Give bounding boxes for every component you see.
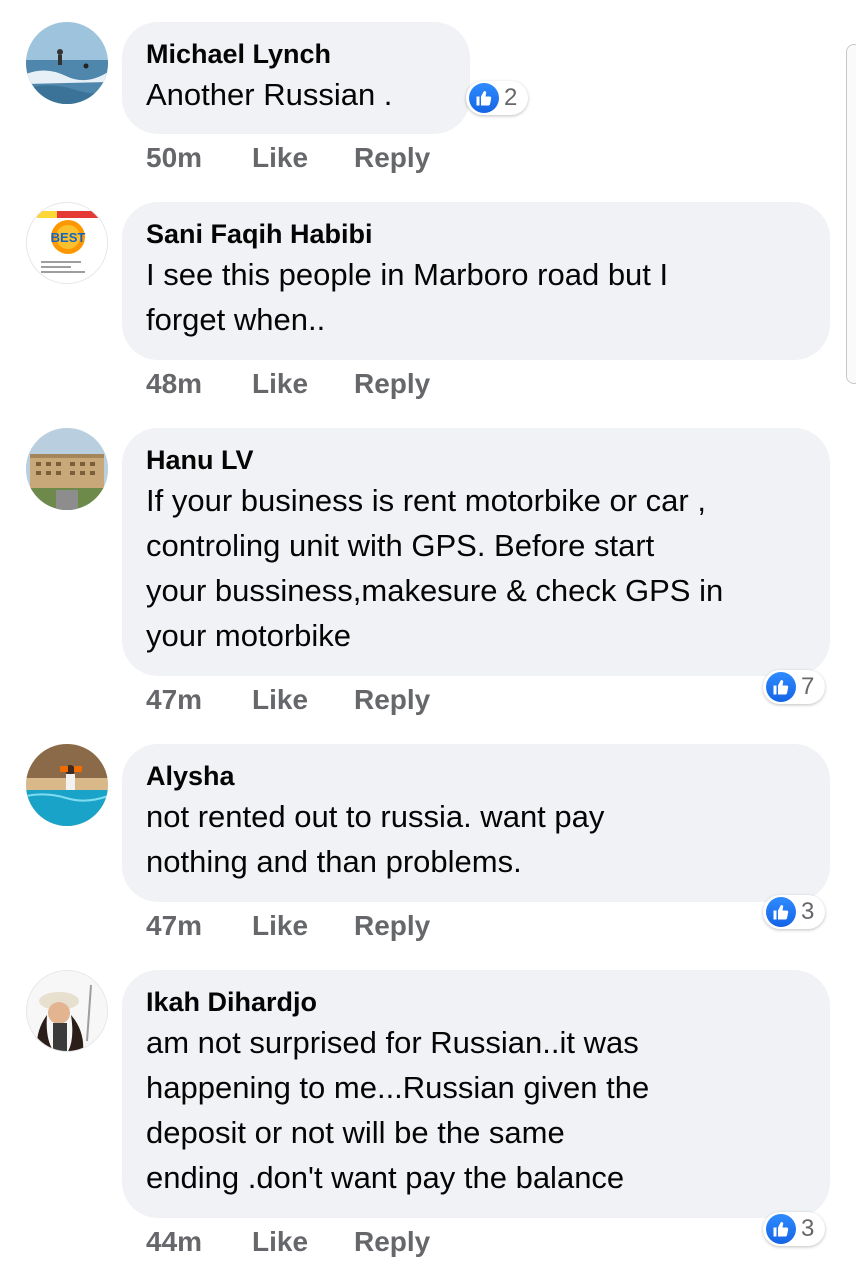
avatar-best-logo: BEST bbox=[27, 203, 107, 283]
avatar-portrait-photo bbox=[27, 971, 107, 1051]
comment-text-line: happening to me...Russian given the bbox=[146, 1070, 650, 1105]
reply-button[interactable]: Reply bbox=[354, 684, 430, 716]
reaction-badge[interactable]: 2 bbox=[466, 81, 528, 115]
avatar[interactable] bbox=[26, 744, 108, 826]
comment-bubble: Michael Lynch Another Russian . bbox=[122, 22, 470, 134]
reply-button[interactable]: Reply bbox=[354, 368, 430, 400]
comment-bubble: Alysha not rented out to russia. want pa… bbox=[122, 744, 830, 902]
comment-bubble: Ikah Dihardjo am not surprised for Russi… bbox=[122, 970, 830, 1218]
comment-timestamp[interactable]: 47m bbox=[146, 684, 202, 716]
comment-timestamp[interactable]: 44m bbox=[146, 1226, 202, 1258]
reaction-badge[interactable]: 3 bbox=[763, 1212, 825, 1246]
avatar-building-photo bbox=[26, 428, 108, 510]
comment-bubble: Sani Faqih Habibi I see this people in M… bbox=[122, 202, 830, 360]
comment-author[interactable]: Alysha bbox=[146, 758, 806, 794]
comment-timestamp[interactable]: 48m bbox=[146, 368, 202, 400]
reply-button[interactable]: Reply bbox=[354, 142, 430, 174]
thumbs-up-icon bbox=[766, 897, 796, 927]
reaction-badge[interactable]: 7 bbox=[763, 670, 825, 704]
like-button[interactable]: Like bbox=[252, 1226, 308, 1258]
avatar[interactable] bbox=[26, 428, 108, 510]
reaction-badge[interactable]: 3 bbox=[763, 895, 825, 929]
comment-text-line: am not surprised for Russian..it was bbox=[146, 1025, 639, 1060]
comment-text-line: If your business is rent motorbike or ca… bbox=[146, 483, 706, 518]
comment-text-line: controling unit with GPS. Before start bbox=[146, 528, 655, 563]
comment-bubble: Hanu LV If your business is rent motorbi… bbox=[122, 428, 830, 676]
like-button[interactable]: Like bbox=[252, 684, 308, 716]
comment-text-line: your motorbike bbox=[146, 618, 352, 653]
reply-button[interactable]: Reply bbox=[354, 910, 430, 942]
like-button[interactable]: Like bbox=[252, 368, 308, 400]
comment-author[interactable]: Michael Lynch bbox=[146, 36, 446, 72]
comment-text-line: your bussiness,makesure & check GPS in bbox=[146, 573, 724, 608]
comment-text-line: not rented out to russia. want pay bbox=[146, 799, 605, 834]
comment-text-line: deposit or not will be the same bbox=[146, 1115, 565, 1150]
comment-author[interactable]: Ikah Dihardjo bbox=[146, 984, 806, 1020]
comment-timestamp[interactable]: 50m bbox=[146, 142, 202, 174]
avatar[interactable] bbox=[26, 22, 108, 104]
like-button[interactable]: Like bbox=[252, 910, 308, 942]
reaction-count: 3 bbox=[801, 1215, 815, 1242]
comment-text-line: I see this people in Marboro road but I bbox=[146, 257, 669, 292]
comment-text-line: nothing and than problems. bbox=[146, 844, 522, 879]
avatar-surf-photo bbox=[26, 22, 108, 104]
avatar-pool-photo bbox=[26, 744, 108, 826]
scrollbar[interactable] bbox=[846, 44, 856, 384]
reply-button[interactable]: Reply bbox=[354, 1226, 430, 1258]
comment-author[interactable]: Sani Faqih Habibi bbox=[146, 216, 806, 252]
reaction-count: 2 bbox=[504, 84, 518, 111]
comment-text-line: Another Russian . bbox=[146, 77, 393, 112]
comment-author[interactable]: Hanu LV bbox=[146, 442, 806, 478]
like-button[interactable]: Like bbox=[252, 142, 308, 174]
avatar[interactable]: BEST bbox=[26, 202, 108, 284]
thumbs-up-icon bbox=[766, 672, 796, 702]
reaction-count: 7 bbox=[801, 673, 815, 700]
reaction-count: 3 bbox=[801, 898, 815, 925]
avatar-logo-text: BEST bbox=[51, 230, 86, 245]
comment-text-line: ending .don't want pay the balance bbox=[146, 1160, 625, 1195]
thumbs-up-icon bbox=[766, 1214, 796, 1244]
comment-text-line: forget when.. bbox=[146, 302, 326, 337]
avatar[interactable] bbox=[26, 970, 108, 1052]
comment-timestamp[interactable]: 47m bbox=[146, 910, 202, 942]
thumbs-up-icon bbox=[469, 83, 499, 113]
